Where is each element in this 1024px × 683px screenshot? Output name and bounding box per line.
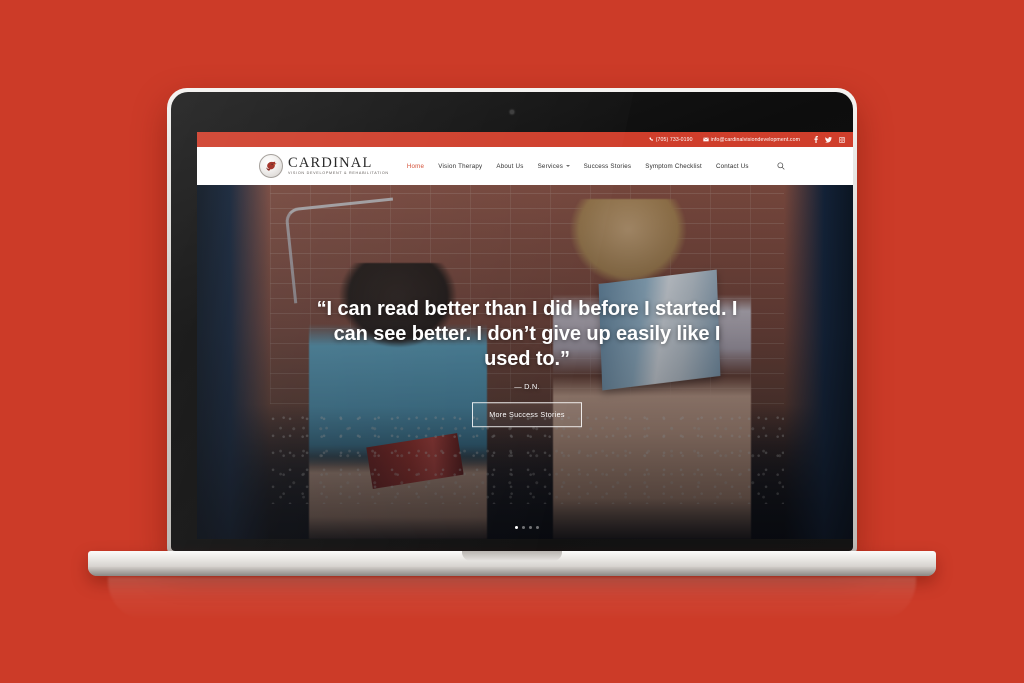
site-navbar: CARDINAL VISION DEVELOPMENT & REHABILITA… (197, 147, 853, 185)
nav-item-about-us[interactable]: About Us (496, 163, 523, 170)
nav-item-vision-therapy-label: Vision Therapy (438, 162, 483, 170)
laptop-mockup: (705) 733-0190 info@cardinalvisiondevelo… (167, 88, 857, 554)
twitter-icon[interactable] (825, 136, 832, 143)
nav-item-vision-therapy[interactable]: Vision Therapy (438, 163, 482, 170)
nav-item-home-label: Home (406, 162, 425, 170)
nav-item-symptom-checklist-label: Symptom Checklist (645, 162, 702, 170)
laptop-screen: (705) 733-0190 info@cardinalvisiondevelo… (197, 132, 853, 539)
cardinal-bird-logo-icon (259, 154, 283, 178)
phone-icon (649, 137, 654, 142)
email-address: info@cardinalvisiondevelopment.com (710, 136, 800, 143)
nav-item-contact-us[interactable]: Contact Us (716, 163, 749, 170)
laptop-base-lip (88, 567, 936, 576)
hero-attribution: — D.N. (514, 381, 540, 391)
phone-number: (705) 733-0190 (655, 136, 693, 143)
envelope-icon (702, 137, 709, 142)
topbar-phone[interactable]: (705) 733-0190 (649, 137, 693, 143)
laptop-reflection (108, 577, 916, 621)
webcam-icon (510, 110, 514, 114)
instagram-icon[interactable] (839, 136, 845, 143)
slider-dot-1[interactable] (515, 526, 518, 529)
laptop-base (88, 551, 936, 576)
topbar-email[interactable]: info@cardinalvisiondevelopment.com (702, 136, 800, 143)
hero-content: “I can read better than I did before I s… (197, 297, 853, 427)
screenshot-canvas: (705) 733-0190 info@cardinalvisiondevelo… (0, 0, 1024, 683)
chevron-down-icon (565, 165, 570, 167)
brand-name: CARDINAL (288, 154, 373, 171)
site-topbar: (705) 733-0190 info@cardinalvisiondevelo… (197, 132, 853, 147)
slider-pagination (515, 526, 539, 529)
nav-item-about-us-label: About Us (496, 162, 524, 170)
nav-item-symptom-checklist[interactable]: Symptom Checklist (645, 163, 702, 170)
search-icon[interactable] (777, 162, 785, 170)
slider-dot-2[interactable] (522, 526, 525, 529)
laptop-base-notch (462, 551, 562, 561)
nav-item-home[interactable]: Home (407, 163, 424, 170)
hero-slider: “I can read better than I did before I s… (197, 185, 853, 539)
more-success-stories-button[interactable]: More Success Stories (472, 401, 582, 427)
slider-dot-3[interactable] (529, 526, 532, 529)
nav-item-contact-us-label: Contact Us (715, 162, 749, 170)
nav-item-services[interactable]: Services (538, 163, 570, 170)
hero-quote: “I can read better than I did before I s… (316, 298, 738, 371)
brand-text: CARDINAL VISION DEVELOPMENT & REHABILITA… (288, 156, 389, 176)
site-logo[interactable]: CARDINAL VISION DEVELOPMENT & REHABILITA… (259, 154, 389, 178)
facebook-icon[interactable] (814, 136, 818, 143)
slider-dot-4[interactable] (536, 526, 539, 529)
nav-item-success-stories-label: Success Stories (583, 162, 632, 170)
brand-tagline: VISION DEVELOPMENT & REHABILITATION (288, 171, 389, 176)
topbar-social-links (814, 136, 845, 143)
laptop-bezel: (705) 733-0190 info@cardinalvisiondevelo… (171, 92, 853, 551)
nav-item-success-stories[interactable]: Success Stories (584, 163, 632, 170)
nav-item-services-label: Services (537, 162, 564, 170)
primary-nav: Home Vision Therapy About Us Services Su… (407, 162, 785, 170)
